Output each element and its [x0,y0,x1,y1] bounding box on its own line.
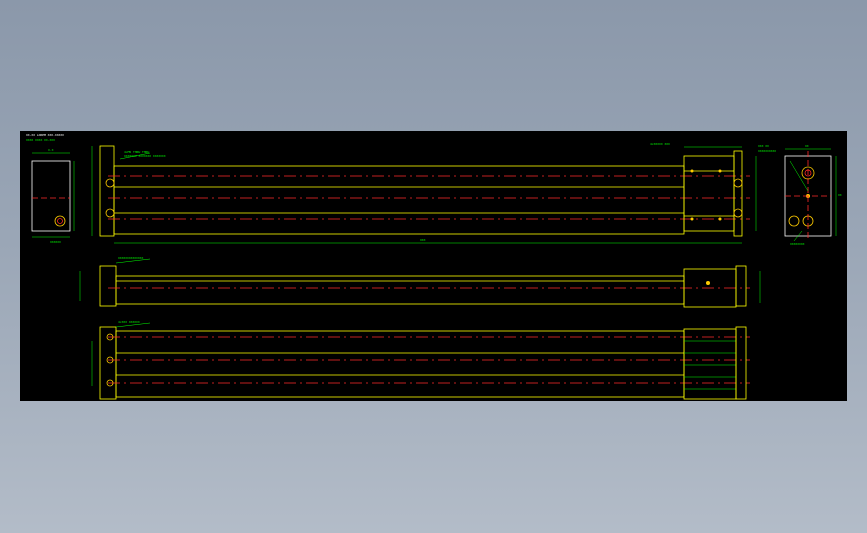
right-view-top-dim: XX [805,144,809,148]
left-end-view [31,152,75,238]
left-view-note: XXXXXX [50,240,61,244]
right-view-note-2: XXXXXXXXXX [758,149,776,153]
right-view-note: XXX XX [758,144,769,148]
right-view-side-dim: XX [838,193,842,197]
cad-drawing: XX-XX LOREM XXX-XXXXX XXXX XXXX XX-XXX X… [26,133,842,400]
front-port-note-2: XXXXXXX XXXXXXX XXXXXXX [124,154,166,158]
left-view-top-dim: X.X [48,148,54,152]
side-view [79,258,761,308]
front-view [91,145,757,244]
overall-length-dim: XXX [420,238,426,242]
side-port-note: XXXXXXXXXXXXXX [118,256,143,260]
right-bottom-note: XXXXXXXX [790,242,805,246]
bottom-view [91,322,750,400]
right-end-view [784,148,837,242]
title-block-line-1: XX-XX LOREM XXX-XXXXX [26,133,64,137]
end-port-note: 4×XXXXX XXX [650,142,670,146]
title-block-line-2: XXXX XXXX XX-XXX [26,138,55,142]
bottom-port-note: 4×XXX XXXXXX [118,320,140,324]
cad-drawing-canvas[interactable]: XX-XX LOREM XXX-XXXXX XXXX XXXX XX-XXX X… [20,131,847,401]
